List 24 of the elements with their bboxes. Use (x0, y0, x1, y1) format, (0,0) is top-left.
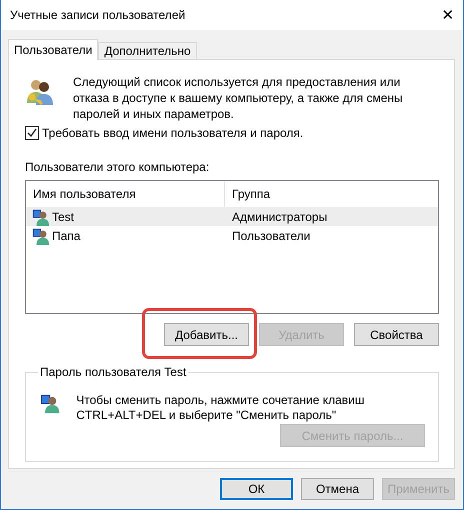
checkbox-label[interactable]: Требовать ввод имени пользователя и пароля. (42, 126, 304, 140)
user-computer-icon (32, 226, 50, 244)
tab[interactable]: Дополнительно (98, 42, 197, 59)
user-group: Пользователи (232, 228, 310, 242)
close-button[interactable]: ✕ (433, 0, 463, 30)
password-hint: Чтобы сменить пароль, нажмите сочетание клавиш CTRL+ALT+DEL и выберите "Сменить пароль" (76, 393, 366, 423)
user-row[interactable]: Test Администраторы (26, 207, 438, 226)
require-login-checkbox[interactable] (25, 126, 39, 140)
group-title: Пароль пользователя Test (39, 365, 188, 379)
window-title: Учетные записи пользователей (10, 8, 186, 22)
tab[interactable]: Пользователи (8, 39, 98, 60)
user-group: Администраторы (232, 210, 328, 224)
add-button[interactable]: Добавить... (164, 323, 249, 346)
users-key-icon (25, 77, 55, 107)
user-name: Test (52, 210, 74, 224)
user-name: Папа (52, 228, 80, 242)
column-header[interactable]: Имя пользователя (26, 181, 224, 207)
ok-button[interactable]: ОК (220, 478, 293, 500)
user-computer-icon (32, 208, 50, 226)
intro-text: Следующий список используется для предоставления или отказа в доступе к вашему компьютеру, а также для смены паролей и иных параметров. (73, 74, 404, 122)
cancel-button[interactable]: Отмена (301, 478, 374, 500)
properties-button[interactable]: Свойства (354, 323, 439, 346)
users-list-label: Пользователи этого компьютера: (25, 160, 210, 174)
user-row[interactable]: Папа Пользователи (26, 226, 438, 245)
